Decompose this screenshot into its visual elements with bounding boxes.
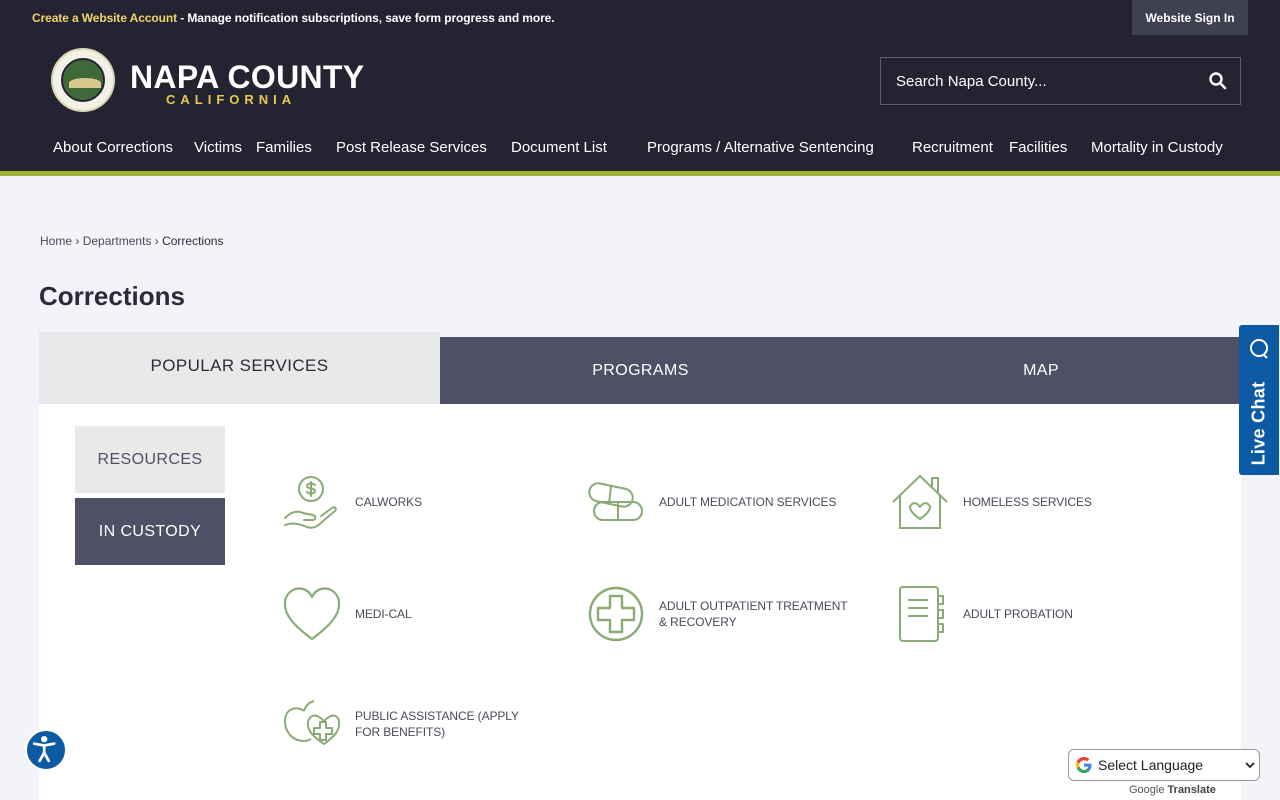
service-link[interactable]: PUBLIC ASSISTANCE (APPLY FOR BENEFITS) [282,694,545,754]
sign-in-button[interactable]: Website Sign In [1132,0,1248,35]
search-icon[interactable] [1208,71,1228,91]
breadcrumb-departments[interactable]: Departments [83,234,152,248]
service-label: PUBLIC ASSISTANCE (APPLY FOR BENEFITS) [355,709,519,739]
live-chat-label: Live Chat [1248,381,1269,466]
hand-coin-icon [284,476,337,529]
nav-item-families[interactable]: Families [256,139,312,156]
brand-subtitle: CALIFORNIA [166,92,297,107]
breadcrumb-separator: › [154,234,159,248]
service-label: CALWORKS [355,495,422,509]
live-chat-button[interactable]: Live Chat [1239,325,1279,475]
nav-item-programs-alternative-sentencing[interactable]: Programs / Alternative Sentencing [647,139,874,156]
search-box [880,57,1241,105]
create-account-link[interactable]: Create a Website Account [32,11,177,25]
page-title: Corrections [39,281,185,311]
subtab-resources[interactable]: RESOURCES [75,426,225,493]
breadcrumb-separator: › [75,234,80,248]
account-message: Create a Website Account - Manage notifi… [32,11,555,25]
chevron-down-icon [1245,762,1255,769]
google-g-icon [1076,757,1092,773]
service-link[interactable]: ADULT MEDICATION SERVICES [586,472,849,532]
tab-popular-services[interactable]: POPULAR SERVICES [39,332,440,404]
notebook-icon [899,586,944,642]
tab-map[interactable]: MAP [841,337,1241,404]
tab-programs[interactable]: PROGRAMS [440,337,841,404]
breadcrumb: Home › Departments › Corrections [40,234,223,248]
subtab-in-custody[interactable]: IN CUSTODY [75,498,225,565]
nav-item-victims[interactable]: Victims [194,139,242,156]
service-label: MEDI-CAL [355,607,412,621]
breadcrumb-current: Corrections [162,234,224,248]
nav-item-recruitment[interactable]: Recruitment [912,139,993,156]
search-input[interactable] [881,58,1191,104]
nav-item-about-corrections[interactable]: About Corrections [53,139,173,156]
service-label: ADULT OUTPATIENT TREATMENT & RECOVERY [659,599,848,629]
medical-cross-icon [588,586,644,642]
house-heart-icon [892,475,948,529]
language-select[interactable]: Select Language [1068,749,1260,781]
service-link[interactable]: MEDI-CAL [282,584,545,644]
header-accent-line [0,171,1280,176]
site-header: NAPA COUNTY CALIFORNIA About Corrections… [0,35,1280,176]
service-link[interactable]: HOMELESS SERVICES [890,472,1153,532]
google-wordmark: Google [1129,784,1165,796]
service-tabs: POPULAR SERVICES PROGRAMS MAP [39,332,1241,404]
translate-wordmark: Translate [1167,784,1216,796]
brand-name[interactable]: NAPA COUNTY [130,59,364,96]
breadcrumb-home[interactable]: Home [40,234,72,248]
nav-item-mortality-in-custody[interactable]: Mortality in Custody [1091,139,1223,156]
nav-item-post-release-services[interactable]: Post Release Services [336,139,487,156]
chat-bubble-icon [1250,339,1268,359]
service-link[interactable]: ADULT OUTPATIENT TREATMENT & RECOVERY [586,584,849,644]
account-message-text: - Manage notification subscriptions, sav… [176,11,555,25]
language-select-label: Select Language [1098,757,1204,773]
utility-bar: Create a Website Account - Manage notifi… [0,0,1280,35]
apple-heart-icon [283,700,341,745]
county-seal-logo[interactable] [51,48,115,112]
tab-panel: RESOURCES IN CUSTODY CALWORKS ADULT MEDI… [39,404,1241,800]
heart-icon [283,587,341,641]
service-label: HOMELESS SERVICES [963,495,1092,509]
google-translate-credit[interactable]: Google Translate [1129,784,1216,796]
service-link[interactable]: ADULT PROBATION [890,584,1153,644]
service-link[interactable]: CALWORKS [282,472,545,532]
nav-item-facilities[interactable]: Facilities [1009,139,1067,156]
main-nav: About Corrections Victims Families Post … [0,139,1280,161]
nav-item-document-list[interactable]: Document List [511,139,607,156]
accessibility-icon [32,735,56,763]
pills-icon [588,482,643,521]
service-label: ADULT MEDICATION SERVICES [659,495,837,509]
service-label: ADULT PROBATION [963,607,1073,621]
accessibility-button[interactable] [25,729,67,771]
